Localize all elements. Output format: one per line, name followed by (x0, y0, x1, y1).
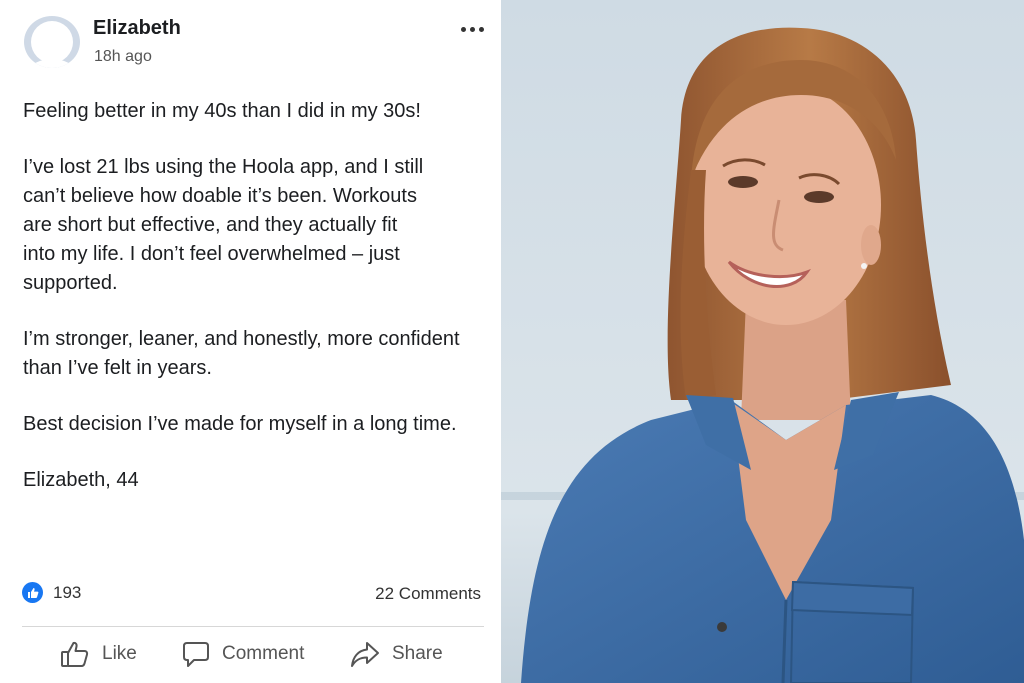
comment-icon (183, 642, 209, 667)
author-name[interactable]: Elizabeth (93, 17, 181, 40)
more-options-icon (478, 26, 484, 32)
post-paragraph: I’m stronger, leaner, and honestly, more… (23, 328, 460, 379)
post-text: Feeling better in my 40s than I did in m… (23, 97, 493, 522)
avatar[interactable] (24, 16, 80, 68)
post-timestamp[interactable]: 18h ago (94, 48, 152, 66)
reaction-count: 193 (53, 582, 82, 602)
action-bar: Like Comment Share (22, 636, 484, 672)
default-avatar-icon (24, 16, 80, 68)
comment-label: Comment (222, 643, 305, 664)
post-paragraph: I’ve lost 21 lbs using the Hoola app, an… (23, 156, 424, 294)
post-paragraph: Feeling better in my 40s than I did in m… (23, 100, 421, 122)
share-button[interactable]: Share (350, 636, 443, 672)
share-icon (351, 642, 379, 667)
comments-count-link[interactable]: 22 Comments (375, 584, 481, 604)
post-paragraph: Best decision I’ve made for myself in a … (23, 413, 457, 435)
more-options-icon (460, 26, 466, 32)
post-card: Elizabeth 18h ago Feeling better in my 4… (0, 0, 501, 683)
post-signature: Elizabeth, 44 (23, 469, 139, 491)
divider (22, 626, 484, 627)
more-options-button[interactable] (452, 16, 492, 42)
thumbs-up-icon (22, 582, 43, 603)
reactions-summary[interactable]: 193 (22, 582, 81, 603)
share-label: Share (392, 643, 443, 664)
thumbs-up-icon (61, 641, 89, 667)
like-label: Like (102, 643, 137, 664)
testimonial-photo (501, 0, 1024, 683)
comment-button[interactable]: Comment (182, 636, 304, 672)
like-button[interactable]: Like (60, 636, 137, 672)
more-options-icon (469, 26, 475, 32)
